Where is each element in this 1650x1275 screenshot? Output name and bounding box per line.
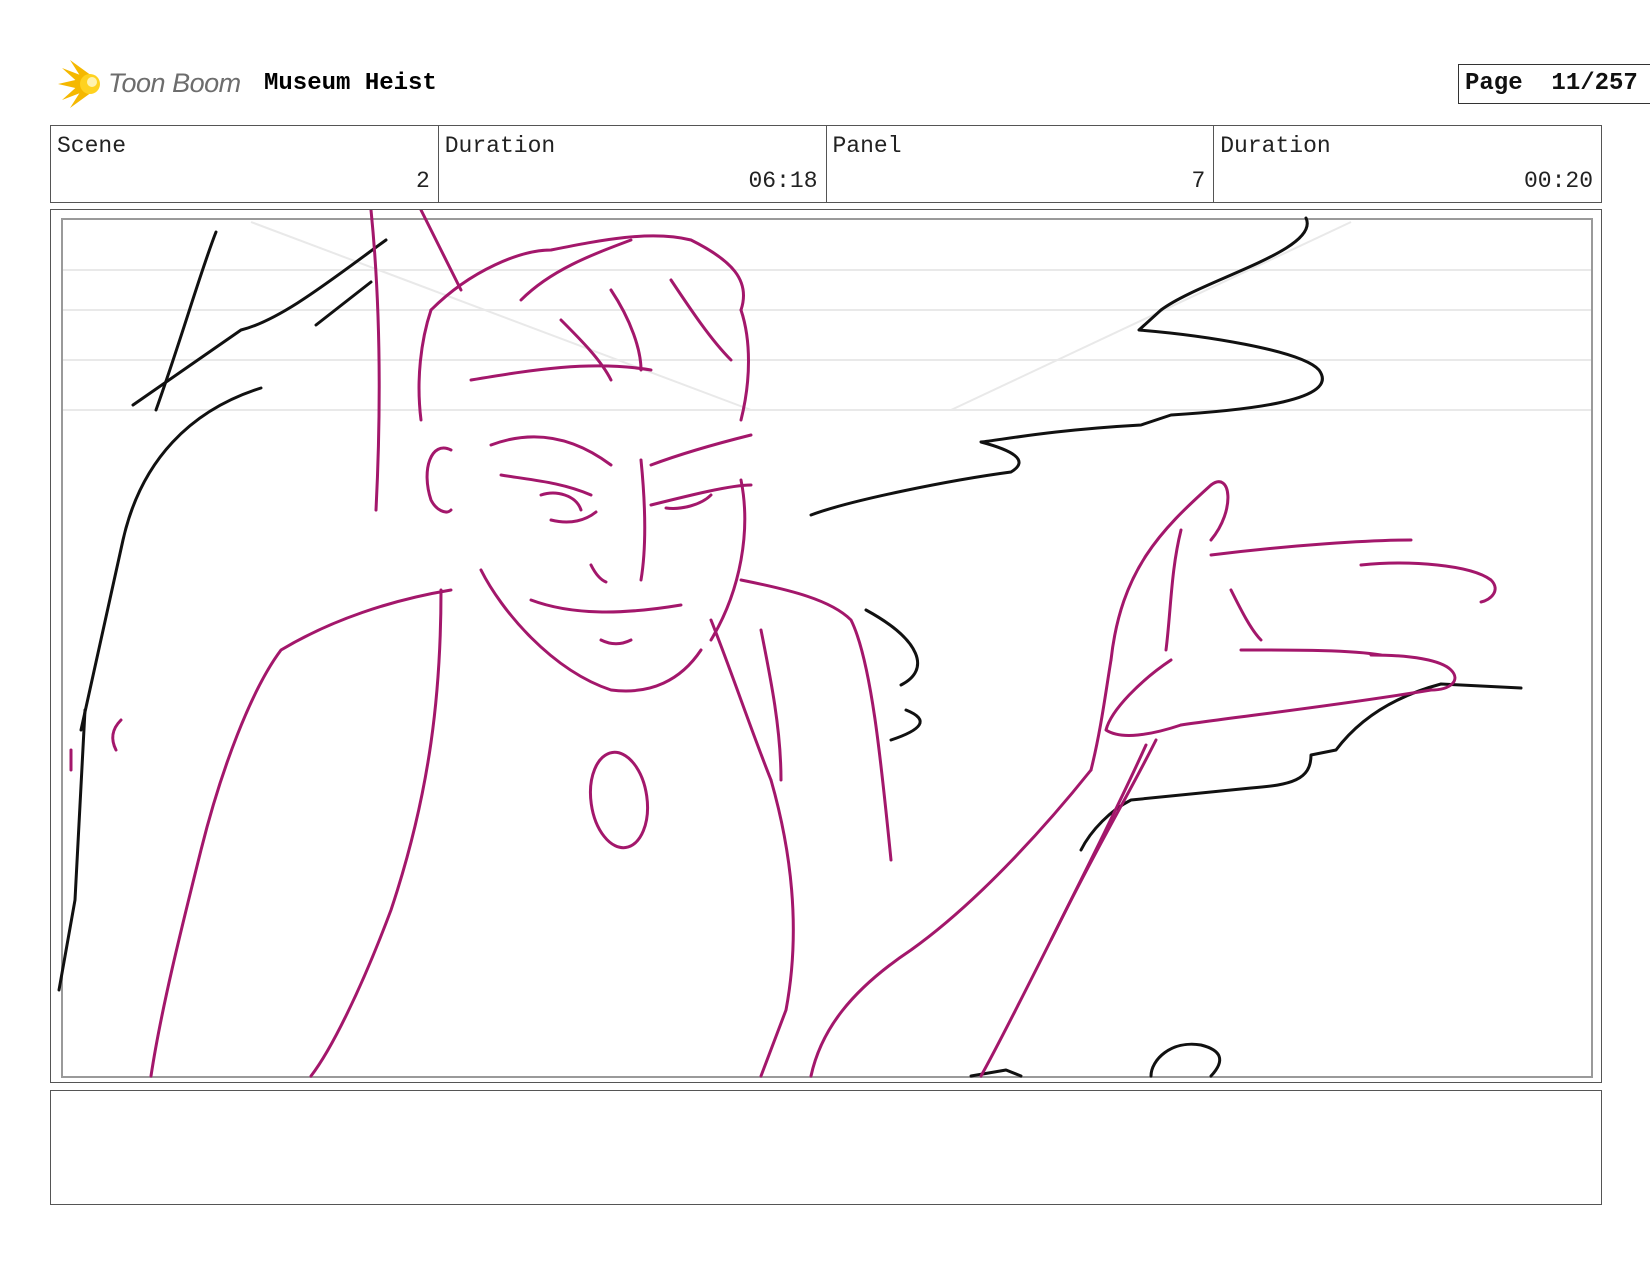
background-strokes (57, 216, 1523, 1078)
panel-notes-area[interactable] (50, 1090, 1602, 1205)
page-indicator: Page 11/257 (1458, 64, 1650, 104)
storyboard-panel-image (50, 209, 1602, 1083)
page-label: Page (1465, 70, 1523, 97)
scene-duration-value: 06:18 (748, 168, 818, 194)
scene-duration-cell: Duration 06:18 (439, 126, 827, 202)
panel-duration-label: Duration (1220, 133, 1331, 159)
panel-sketch (57, 210, 1593, 1078)
panel-info-table: Scene 2 Duration 06:18 Panel 7 Duration … (50, 125, 1602, 203)
panel-cell: Panel 7 (827, 126, 1215, 202)
page-number: 11/257 (1551, 70, 1638, 97)
storyboard-header: Toon Boom Museum Heist Page 11/257 (54, 56, 1650, 112)
toon-boom-logo-icon (58, 60, 100, 108)
panel-label: Panel (832, 133, 902, 159)
scene-number: 2 (415, 168, 430, 194)
panel-duration-cell: Duration 00:20 (1214, 126, 1601, 202)
panel-number: 7 (1191, 168, 1206, 194)
scene-label: Scene (57, 133, 127, 159)
safe-frame (61, 218, 1593, 1078)
brand-name: Toon Boom (108, 68, 241, 98)
speed-lines (63, 221, 1591, 411)
scene-duration-label: Duration (444, 133, 556, 159)
panel-duration-value: 00:20 (1523, 168, 1593, 194)
project-title: Museum Heist (264, 70, 437, 97)
scene-cell: Scene 2 (51, 126, 439, 202)
character-sketch (69, 210, 1497, 1078)
